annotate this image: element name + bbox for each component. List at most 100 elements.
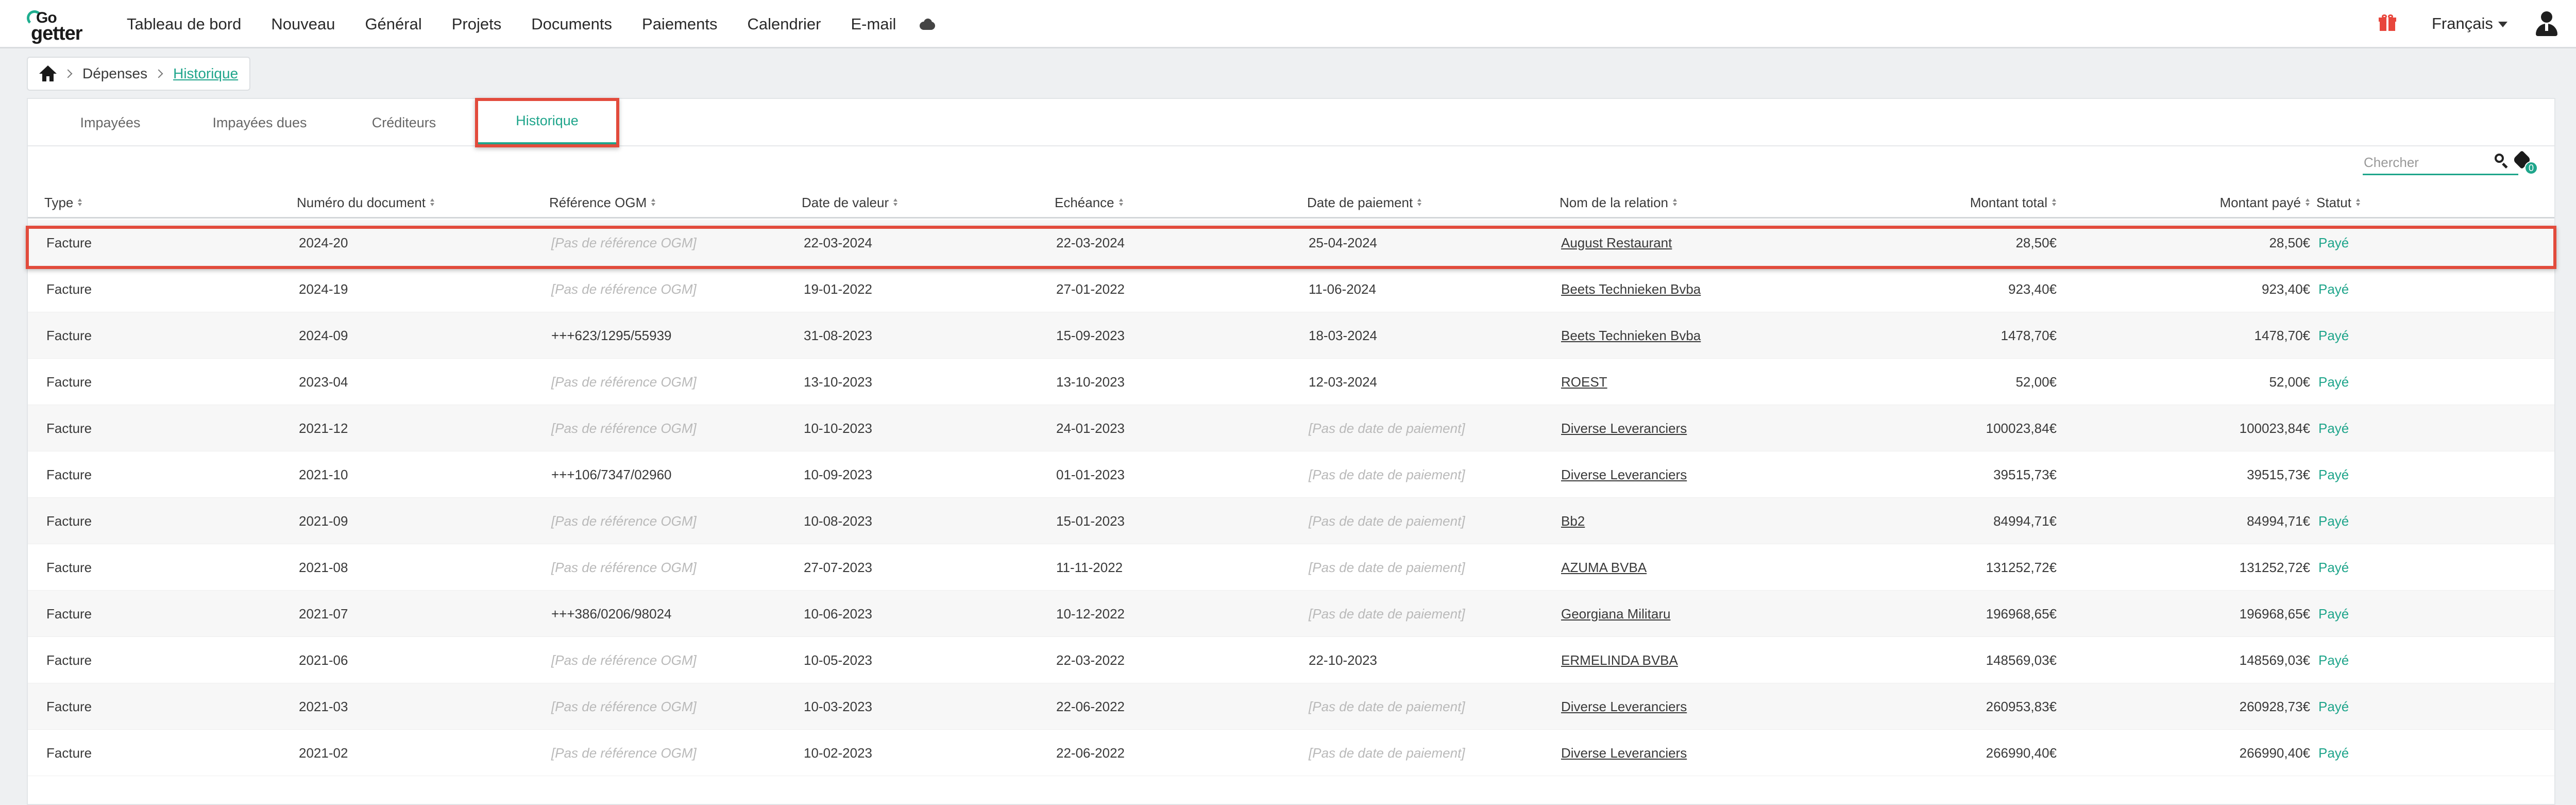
sort-icon [651,198,656,207]
menu-item-calendrier[interactable]: Calendrier [747,15,821,33]
cell-statut: Payé [2318,745,2349,761]
cell-nom-relation[interactable]: Diverse Leveranciers [1561,683,1687,730]
table-row[interactable]: Facture 2021-09 [Pas de référence OGM] 10-0… [28,498,2554,544]
cell-statut: Payé [2318,606,2349,622]
cell-statut: Payé [2318,281,2349,297]
cell-date-valeur: 31-08-2023 [804,327,872,343]
cell-type: Facture [46,559,92,575]
cell-nom-relation[interactable]: ERMELINDA BVBA [1561,637,1678,683]
table-row[interactable]: Facture 2021-07 +++386/0206/98024 10-06-202… [28,591,2554,637]
menu-item-tableau-de-bord[interactable]: Tableau de bord [127,15,241,33]
menu-item-projets[interactable]: Projets [452,15,501,33]
cell-nom-relation[interactable]: ROEST [1561,359,1607,405]
cell-nom-relation[interactable]: Beets Technieken Bvba [1561,266,1701,312]
cell-nom-relation[interactable]: Diverse Leveranciers [1561,730,1687,776]
cell-montant-total: 1478,70€ [2001,327,2057,343]
cell-echeance: 01-01-2023 [1056,466,1125,482]
cell-date-paiement: 25-04-2024 [1309,234,1377,250]
cell-statut: Payé [2318,234,2349,250]
header-nom-relation[interactable]: Nom de la relation [1560,187,1677,219]
tab-impayees[interactable]: Impayées [59,99,162,146]
cell-type: Facture [46,606,92,622]
cell-date-valeur: 27-07-2023 [804,559,872,575]
menu-item-documents[interactable]: Documents [531,15,612,33]
table-row[interactable]: Facture 2024-19 [Pas de référence OGM] 19-0… [28,266,2554,312]
cell-nom-relation[interactable]: Diverse Leveranciers [1561,451,1687,498]
gift-icon[interactable] [2379,14,2396,32]
cell-montant-total: 39515,73€ [1993,466,2057,482]
header-montant-total[interactable]: Montant total [1883,187,2057,219]
cell-statut: Payé [2318,466,2349,482]
tab-crediteurs[interactable]: Créditeurs [352,99,455,146]
cell-reference-ogm: +++106/7347/02960 [551,466,672,482]
cell-type: Facture [46,745,92,761]
table-row[interactable]: Facture 2021-02 [Pas de référence OGM] 10-0… [28,730,2554,776]
table-row[interactable]: Facture 2023-04 [Pas de référence OGM] 13-1… [28,359,2554,405]
user-icon[interactable] [2535,11,2558,37]
cell-date-paiement: 22-10-2023 [1309,652,1377,668]
cell-montant-total: 266990,40€ [1986,745,2057,761]
chevron-right-icon [154,69,163,78]
header-reference-ogm[interactable]: Référence OGM [549,187,656,219]
language-selector[interactable]: Français [2432,14,2507,33]
tab-impayees-dues[interactable]: Impayées dues [193,99,327,146]
menu-item-email[interactable]: E-mail [851,15,896,33]
cell-numero-document: 2021-08 [299,559,348,575]
table-row[interactable]: Facture 2021-03 [Pas de référence OGM] 10-0… [28,683,2554,730]
cell-nom-relation[interactable]: AZUMA BVBA [1561,544,1647,591]
cell-numero-document: 2021-07 [299,606,348,622]
table-row[interactable]: Facture 2024-20 [Pas de référence OGM] 22-0… [28,220,2554,266]
tag-filter-icon[interactable]: 0 [2512,150,2538,175]
gogetter-logo[interactable]: Go getter [27,7,98,44]
menu-item-paiements[interactable]: Paiements [642,15,717,33]
cell-date-paiement: 11-06-2024 [1309,281,1377,297]
table-row[interactable]: Facture 2024-09 +++623/1295/55939 31-08-202… [28,312,2554,359]
cell-numero-document: 2024-19 [299,281,348,297]
header-numero-document[interactable]: Numéro du document [297,187,435,219]
cell-statut: Payé [2318,513,2349,529]
menu-item-general[interactable]: Général [365,15,421,33]
header-echeance[interactable]: Echéance [1055,187,1124,219]
tab-historique[interactable]: Historique [478,99,616,144]
header-date-valeur[interactable]: Date de valeur [802,187,898,219]
table-row[interactable]: Facture 2021-08 [Pas de référence OGM] 27-0… [28,544,2554,591]
cell-nom-relation[interactable]: Bb2 [1561,498,1585,544]
sort-icon [1417,198,1422,207]
breadcrumb-item-depenses[interactable]: Dépenses [82,65,147,82]
header-date-paiement[interactable]: Date de paiement [1307,187,1422,219]
cell-statut: Payé [2318,652,2349,668]
table-row[interactable]: Facture 2021-10 +++106/7347/02960 10-09-202… [28,451,2554,498]
home-icon[interactable] [39,65,57,82]
cell-numero-document: 2021-02 [299,745,348,761]
search-input[interactable] [2363,153,2481,172]
breadcrumb-item-historique[interactable]: Historique [173,65,238,82]
cell-montant-total: 260953,83€ [1986,698,2057,714]
cell-date-valeur: 22-03-2024 [804,234,872,250]
cell-reference-ogm: [Pas de référence OGM] [551,420,697,436]
cell-numero-document: 2023-04 [299,374,348,390]
sort-icon [2355,198,2361,207]
cell-statut: Payé [2318,559,2349,575]
menu-item-nouveau[interactable]: Nouveau [271,15,335,33]
cell-reference-ogm: [Pas de référence OGM] [551,374,697,390]
search-icon[interactable] [2495,154,2509,169]
cell-reference-ogm: +++623/1295/55939 [551,327,672,343]
table-row[interactable]: Facture 2021-12 [Pas de référence OGM] 10-1… [28,405,2554,451]
cell-numero-document: 2024-09 [299,327,348,343]
cell-nom-relation[interactable]: Georgiana Militaru [1561,591,1670,637]
cell-nom-relation[interactable]: Diverse Leveranciers [1561,405,1687,451]
header-statut[interactable]: Statut [2316,187,2361,219]
cell-date-valeur: 10-06-2023 [804,606,872,622]
cell-montant-paye: 1478,70€ [2254,327,2310,343]
header-type[interactable]: Type [44,187,82,219]
cell-montant-total: 196968,65€ [1986,606,2057,622]
cell-type: Facture [46,281,92,297]
logo-text-bottom: getter [31,23,83,44]
cell-echeance: 10-12-2022 [1056,606,1125,622]
cell-nom-relation[interactable]: August Restaurant [1561,220,1672,266]
table-row[interactable]: Facture 2021-06 [Pas de référence OGM] 10-0… [28,637,2554,683]
cell-nom-relation[interactable]: Beets Technieken Bvba [1561,312,1701,359]
header-montant-paye[interactable]: Montant payé [2135,187,2310,219]
cloud-icon[interactable] [918,19,936,30]
sort-icon [430,198,435,207]
